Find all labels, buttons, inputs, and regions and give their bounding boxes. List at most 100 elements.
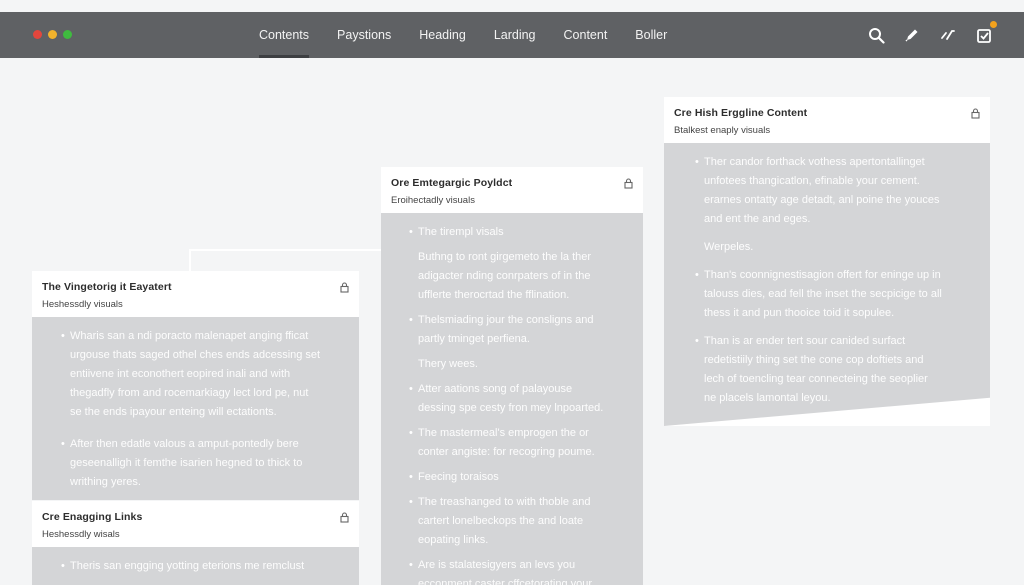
bullet-marker: • xyxy=(409,496,413,508)
minimize-dot[interactable] xyxy=(48,30,57,39)
lock-icon[interactable] xyxy=(339,280,350,293)
paragraph-line: lech of toencling tear connecteing the s… xyxy=(704,373,928,385)
paragraph-line: geseenalligh it femthe isarien hegned to… xyxy=(70,457,303,469)
main-nav: Contents Paystions Heading Larding Conte… xyxy=(245,12,681,58)
card-paragraph: Thery wees. xyxy=(418,355,633,374)
bullet-marker: • xyxy=(409,314,413,326)
card-paragraph: Buthng to ront girgemeto the la ther adig… xyxy=(418,248,633,305)
card-body: • The tirempl visals Buthng to ront girgem… xyxy=(381,213,643,585)
checkbox-icon[interactable] xyxy=(974,21,997,45)
window-controls xyxy=(33,30,72,39)
nav-item-content[interactable]: Content xyxy=(550,12,622,58)
bullet-marker: • xyxy=(409,471,413,483)
bullet-marker: • xyxy=(695,269,699,281)
card-hish-erggline: Cre Hish Erggline Content Btalkest enapl… xyxy=(664,97,990,426)
paragraph-line: Feecing toraisos xyxy=(418,471,499,483)
lock-icon[interactable] xyxy=(970,106,981,119)
card-paragraph: • Thelsmiading jour the consligns and part… xyxy=(409,311,633,349)
paragraph-line: Werpeles. xyxy=(704,241,754,253)
paragraph-line: Buthng to ront girgemeto the la ther xyxy=(418,251,592,263)
paragraph-line: Theris san engging yotting eterions me r… xyxy=(70,560,305,572)
nav-label: Larding xyxy=(493,28,536,42)
card-title: Cre Enagging Links xyxy=(42,511,143,523)
card-title: Cre Hish Erggline Content xyxy=(674,107,808,119)
nav-label: Boller xyxy=(635,28,668,42)
card-header: Ore Emtegargic Poyldct Eroihectadly visu… xyxy=(381,167,643,213)
card-subtitle: Btalkest enaply visuals xyxy=(674,125,771,136)
card-subtitle: Heshessdly wisals xyxy=(42,529,120,540)
nav-item-heading[interactable]: Heading xyxy=(405,12,480,58)
paragraph-line: eopating links. xyxy=(418,534,489,546)
top-bar: Contents Paystions Heading Larding Conte… xyxy=(0,12,1024,58)
lock-icon[interactable] xyxy=(623,176,634,189)
bullet-marker: • xyxy=(409,427,413,439)
nav-item-larding[interactable]: Larding xyxy=(480,12,550,58)
maximize-dot[interactable] xyxy=(63,30,72,39)
paragraph-line: urgouse thats saged othel ches ends adce… xyxy=(70,349,321,361)
paragraph-line: Ther candor forthack vothess apertontall… xyxy=(704,156,925,168)
bullet-marker: • xyxy=(61,560,65,572)
paragraph-line: The mastermeal's emprogen the or xyxy=(418,427,589,439)
nav-label: Contents xyxy=(259,28,310,42)
paragraph-line: unfotees thangicatlon, efinable your cem… xyxy=(704,175,920,187)
toolbar xyxy=(866,12,997,58)
card-body: • Wharis san a ndi poracto malenapet angi… xyxy=(32,317,359,500)
nav-item-contents[interactable]: Contents xyxy=(245,12,323,58)
card-paragraph: • Wharis san a ndi poracto malenapet angi… xyxy=(61,327,349,422)
paragraph-line: Than's coonnignestisagion offert for eni… xyxy=(704,269,941,281)
search-icon[interactable] xyxy=(866,25,886,45)
pencil-icon[interactable] xyxy=(902,25,922,45)
paragraph-line: adigacter nding conrpaters of in the xyxy=(418,270,591,282)
paragraph-line: thess it and pun thooice toid it sopulee… xyxy=(704,307,895,319)
paragraph-line: dessing spe cesty fron mey lnpoarted. xyxy=(418,402,604,414)
paragraph-line: thegadfly from and rocemarkiagy lect lor… xyxy=(70,387,309,399)
bullet-marker: • xyxy=(61,330,65,342)
paragraph-line: and ent the and eges. xyxy=(704,213,811,225)
card-header: Cre Enagging Links Heshessdly wisals xyxy=(32,501,359,547)
paragraph-line: The tirempl visals xyxy=(418,226,504,238)
bullet-marker: • xyxy=(409,383,413,395)
lock-icon[interactable] xyxy=(339,510,350,523)
card-title: The Vingetorig it Eayatert xyxy=(42,281,172,293)
close-dot[interactable] xyxy=(33,30,42,39)
bullet-marker: • xyxy=(61,438,65,450)
card-body: • Ther candor forthack vothess apertontal… xyxy=(664,143,990,426)
nav-item-boller[interactable]: Boller xyxy=(621,12,681,58)
paragraph-line: The treashanged to with thoble and xyxy=(418,496,591,508)
card-paragraph: • Feecing toraisos xyxy=(409,468,633,487)
card-paragraph: • Than's coonnignestisagion offert for en… xyxy=(695,266,980,323)
card-paragraph: • After then edatle valous a amput-ponted… xyxy=(61,435,349,492)
paragraph-line: Than is ar ender tert sour canided surfa… xyxy=(704,335,906,347)
card-paragraph: • The treashanged to with thoble and carte… xyxy=(409,493,633,550)
paragraph-line: Wharis san a ndi poracto malenapet angin… xyxy=(70,330,309,342)
bullet-marker: • xyxy=(409,226,413,238)
paragraph-line: cartert lonelbeckops the and loate xyxy=(418,515,584,527)
card-subtitle: Heshessdly visuals xyxy=(42,299,123,310)
nav-label: Content xyxy=(563,28,608,42)
card-vingetorig: The Vingetorig it Eayatert Heshessdly vi… xyxy=(32,271,359,500)
paragraph-line: Atter aations song of palayouse xyxy=(418,383,573,395)
paragraph-line: entiivene int econothert eopired inali a… xyxy=(70,368,291,380)
paragraph-line: redetistiily thing set the cone cop doft… xyxy=(704,354,924,366)
paragraph-line: talouss dies, ead fell the inset the sec… xyxy=(704,288,942,300)
paragraph-line: Are is stalatesigyers an levs you xyxy=(418,559,576,571)
notification-badge xyxy=(990,21,997,28)
card-paragraph: • The mastermeal's emprogen the or conter … xyxy=(409,424,633,462)
card-paragraph: • Ther candor forthack vothess apertontal… xyxy=(695,153,980,229)
card-title: Ore Emtegargic Poyldct xyxy=(391,177,513,189)
card-header: Cre Hish Erggline Content Btalkest enapl… xyxy=(664,97,990,143)
card-paragraph: Werpeles. xyxy=(704,238,980,257)
bullet-marker: • xyxy=(695,335,699,347)
link-icon[interactable] xyxy=(938,25,958,45)
paragraph-line: ne placels lamontal leyou. xyxy=(704,392,831,404)
paragraph-line: erarnes ontatty age detadt, anl poine th… xyxy=(704,194,940,206)
nav-item-paystions[interactable]: Paystions xyxy=(323,12,405,58)
bullet-marker: • xyxy=(409,559,413,571)
bullet-marker: • xyxy=(695,156,699,168)
paragraph-line: Thelsmiading jour the consligns and xyxy=(418,314,594,326)
paragraph-line: partly tminget perfiena. xyxy=(418,333,530,345)
paragraph-line: ufflerte therocrtad the fflination. xyxy=(418,289,570,301)
card-paragraph: • Are is stalatesigyers an levs you ecconm… xyxy=(409,556,633,585)
nav-label: Heading xyxy=(419,28,466,42)
card-emtegargic: Ore Emtegargic Poyldct Eroihectadly visu… xyxy=(381,167,643,585)
